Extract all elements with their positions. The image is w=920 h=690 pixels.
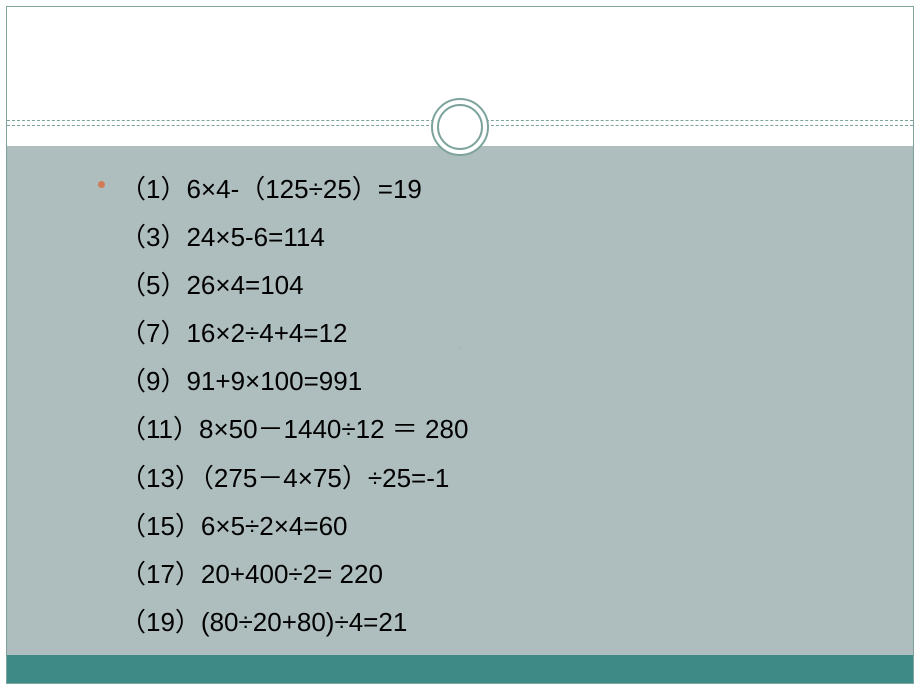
equation-line: （1）6×4-（125÷25）=19 <box>88 165 468 213</box>
equation-line: （13）（275－4×75）÷25=-1 <box>88 454 468 502</box>
equation-line: （17）20+400÷2= 220 <box>88 550 468 598</box>
equation-line: （19）(80÷20+80)÷4=21 <box>88 598 468 646</box>
watermark: . <box>459 340 462 350</box>
equation-line: （7）16×2÷4+4=12 <box>88 309 468 357</box>
equation-line: （5）26×4=104 <box>88 261 468 309</box>
equation-line: （3）24×5-6=114 <box>88 213 468 261</box>
footer-stripe <box>7 655 913 683</box>
text-content: （1）6×4-（125÷25）=19 （3）24×5-6=114 （5）26×4… <box>88 165 468 646</box>
equation-line: （9）91+9×100=991 <box>88 357 468 405</box>
bullet-icon <box>98 181 105 188</box>
decorative-circle-inner <box>437 104 483 150</box>
equation-line: （11）8×50－1440÷12 ＝ 280 <box>88 405 468 453</box>
equation-line: （15）6×5÷2×4=60 <box>88 502 468 550</box>
